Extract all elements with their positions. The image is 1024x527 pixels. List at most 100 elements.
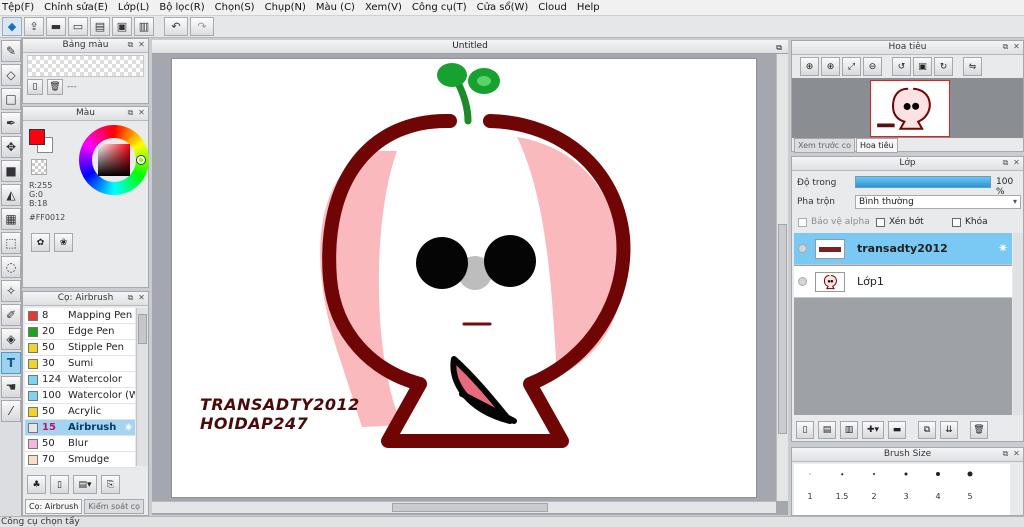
- menu-tools[interactable]: Công cụ(T): [412, 2, 467, 13]
- canvas-tab[interactable]: Untitled ⧉: [152, 40, 788, 54]
- brush-item[interactable]: 70 Smudge: [25, 452, 135, 468]
- layer-row[interactable]: Lớp1: [794, 266, 1012, 298]
- navigator-thumbnail[interactable]: [870, 80, 950, 137]
- document-icon[interactable]: ▤: [90, 17, 110, 36]
- select-eraser-icon[interactable]: ◈: [1, 328, 21, 350]
- select-tool-icon[interactable]: ⬚: [1, 232, 21, 254]
- message-icon[interactable]: ▭: [68, 17, 88, 36]
- close-icon[interactable]: ✕: [137, 108, 146, 117]
- brush-size-cell[interactable]: 3: [890, 464, 922, 504]
- share-icon[interactable]: ▥: [134, 17, 154, 36]
- lock-checkbox[interactable]: Khóa: [952, 217, 988, 227]
- brush-item[interactable]: 100 Watercolor (Wet): [25, 388, 135, 404]
- duplicate-layer-icon[interactable]: ⧉: [918, 421, 936, 439]
- menu-select[interactable]: Chọn(S): [215, 2, 255, 13]
- menu-capture[interactable]: Chụp(N): [265, 2, 306, 13]
- menu-help[interactable]: Help: [577, 2, 600, 13]
- hue-marker[interactable]: [137, 156, 145, 164]
- brush-item[interactable]: 50 Blur: [25, 436, 135, 452]
- app-logo-icon[interactable]: ◆: [2, 17, 22, 36]
- brush-item[interactable]: 15 Airbrush ✷: [25, 420, 135, 436]
- gear-icon[interactable]: ✷: [998, 241, 1008, 255]
- magic-wand-icon[interactable]: ✧: [1, 280, 21, 302]
- bucket-tool-icon[interactable]: ◭: [1, 184, 21, 206]
- close-icon[interactable]: ✕: [137, 293, 146, 302]
- brush-size-cell[interactable]: 4: [922, 464, 954, 504]
- brush-size-cell[interactable]: 2: [858, 464, 890, 504]
- palette-icon[interactable]: ✿: [31, 233, 50, 252]
- merge-layer-icon[interactable]: ⇊: [940, 421, 958, 439]
- tab-brush[interactable]: Cọ: Airbrush: [25, 499, 83, 514]
- undo-icon[interactable]: ↶: [164, 17, 188, 36]
- transparent-color[interactable]: [31, 159, 47, 175]
- hand-tool-icon[interactable]: ☚: [1, 376, 21, 398]
- layer-row[interactable]: transadty2012 ✷: [794, 233, 1012, 265]
- brush-new-icon[interactable]: ♣: [27, 475, 46, 494]
- close-icon[interactable]: ✕: [1012, 449, 1021, 458]
- palette-settings-icon[interactable]: ❀: [54, 233, 73, 252]
- lasso-tool-icon[interactable]: ◌: [1, 256, 21, 278]
- gear-icon[interactable]: ✷: [124, 421, 133, 434]
- tab-navigator[interactable]: Hoa tiêu: [856, 138, 898, 153]
- blend-mode-select[interactable]: Bình thường ▾: [855, 195, 1021, 209]
- menu-edit[interactable]: Chỉnh sửa(E): [44, 2, 108, 13]
- text-tool-icon[interactable]: T: [1, 352, 21, 374]
- menu-file[interactable]: Tệp(F): [2, 2, 34, 13]
- brush-size-cell[interactable]: 5: [954, 464, 986, 504]
- menu-cloud[interactable]: Cloud: [538, 2, 567, 13]
- flip-icon[interactable]: ⇋: [963, 57, 982, 76]
- menu-filter[interactable]: Bộ lọc(R): [159, 2, 204, 13]
- clipping-checkbox[interactable]: Xén bớt: [876, 217, 924, 227]
- delete-swatch-icon[interactable]: 🗑: [47, 79, 63, 95]
- new-folder-icon[interactable]: ▬: [888, 421, 906, 439]
- menu-view[interactable]: Xem(V): [365, 2, 402, 13]
- eyedropper-tool-icon[interactable]: ⁄: [1, 400, 21, 422]
- brush-item[interactable]: 8 Mapping Pen: [25, 308, 135, 324]
- canvas-vertical-scrollbar[interactable]: [776, 54, 788, 501]
- brush-list-scrollbar[interactable]: [136, 308, 148, 466]
- brush-group-icon[interactable]: ▤▾: [73, 475, 97, 494]
- brush-item[interactable]: 20 Edge Pen: [25, 324, 135, 340]
- delete-layer-icon[interactable]: 🗑: [970, 421, 988, 439]
- redo-icon[interactable]: ↷: [190, 17, 214, 36]
- float-icon[interactable]: ⧉: [126, 108, 135, 117]
- new-special-layer-icon[interactable]: ✚▾: [862, 421, 884, 439]
- tab-preview[interactable]: Xem trước co: [794, 138, 856, 153]
- close-icon[interactable]: ✕: [1012, 42, 1021, 51]
- float-icon[interactable]: ⧉: [126, 293, 135, 302]
- save-icon[interactable]: ▣: [112, 17, 132, 36]
- reset-view-icon[interactable]: ▣: [913, 57, 932, 76]
- fill-rect-icon[interactable]: ■: [1, 160, 21, 182]
- rotate-left-icon[interactable]: ↺: [892, 57, 911, 76]
- navigator-preview[interactable]: [792, 78, 1023, 138]
- layer-list-scrollbar[interactable]: [1013, 233, 1023, 415]
- gradient-tool-icon[interactable]: ▦: [1, 208, 21, 230]
- new-swatch-icon[interactable]: ▯: [27, 79, 43, 95]
- move-tool-icon[interactable]: ✥: [1, 136, 21, 158]
- visibility-icon[interactable]: [798, 244, 807, 253]
- float-icon[interactable]: ⧉: [1001, 449, 1010, 458]
- export-icon[interactable]: ⇪: [24, 17, 44, 36]
- brush-item[interactable]: 124 Watercolor: [25, 372, 135, 388]
- canvas-horizontal-scrollbar[interactable]: [152, 501, 776, 513]
- close-icon[interactable]: ✕: [137, 40, 146, 49]
- new-layer-icon[interactable]: ▯: [796, 421, 814, 439]
- select-pen-icon[interactable]: ✐: [1, 304, 21, 326]
- rotate-right-icon[interactable]: ↻: [934, 57, 953, 76]
- opacity-slider[interactable]: [855, 176, 991, 188]
- brush-tool-icon[interactable]: ✎: [1, 40, 21, 62]
- float-icon[interactable]: ⧉: [1001, 42, 1010, 51]
- brush-settings-icon[interactable]: ⎘: [101, 475, 120, 494]
- visibility-icon[interactable]: [798, 277, 807, 286]
- pen-tool-icon[interactable]: ✒: [1, 112, 21, 134]
- eraser-tool-icon[interactable]: ◇: [1, 64, 21, 86]
- brush-item[interactable]: 30 Sumi: [25, 356, 135, 372]
- drawing-canvas[interactable]: TRANSADTY2012 HOIDAP247: [171, 58, 757, 498]
- foreground-color[interactable]: [29, 129, 45, 145]
- zoom-in-plus-icon[interactable]: ⊕: [821, 57, 840, 76]
- brush-copy-icon[interactable]: ▯: [50, 475, 69, 494]
- saturation-square[interactable]: [98, 144, 130, 176]
- brush-item[interactable]: 50 Acrylic: [25, 404, 135, 420]
- swatch-area[interactable]: [27, 55, 144, 77]
- fit-window-icon[interactable]: ⤢: [842, 57, 861, 76]
